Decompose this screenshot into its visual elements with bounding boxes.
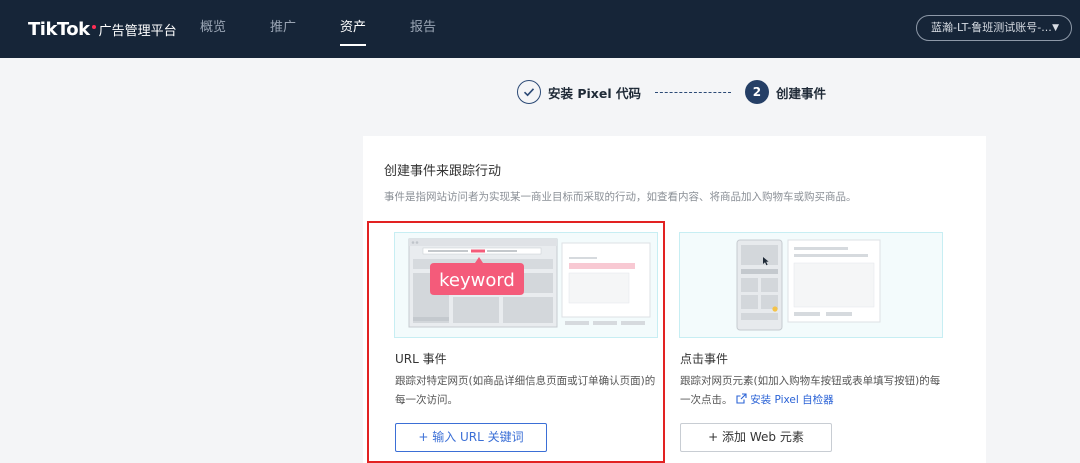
url-event-description: 跟踪对特定网页(如商品详细信息页面或订单确认页面)的每一次访问。 <box>395 375 656 406</box>
account-name: 蓝瀚-LT-鲁班测试账号-... <box>931 21 1052 34</box>
click-event-title: 点击事件 <box>680 352 729 366</box>
main-nav: 概览 推广 资产 报告 <box>200 0 480 58</box>
chevron-down-icon: ▼ <box>1052 23 1059 33</box>
nav-overview[interactable]: 概览 <box>200 0 226 58</box>
step-1-label: 安装 Pixel 代码 <box>548 85 641 101</box>
create-event-card: 创建事件来跟踪行动 事件是指网站访问者为实现某一商业目标而采取的行动，如查看内容… <box>363 136 986 463</box>
url-event-illustration: keyword <box>394 232 658 338</box>
account-selector[interactable]: 蓝瀚-LT-鲁班测试账号-... ▼ <box>916 15 1072 41</box>
top-nav-bar: TikTok 广告管理平台 概览 推广 资产 报告 蓝瀚-LT-鲁班测试账号-.… <box>0 0 1080 58</box>
tiktok-logo[interactable]: TikTok 广告管理平台 <box>28 17 177 41</box>
external-link-icon <box>736 393 747 404</box>
add-web-element-button[interactable]: + 添加 Web 元素 <box>680 423 832 452</box>
step-2-label: 创建事件 <box>775 85 826 101</box>
pixel-helper-link[interactable]: 安装 Pixel 自检器 <box>736 393 834 406</box>
click-event-option[interactable]: 点击事件 跟踪对网页元素(如加入购物车按钮或表单填写按钮)的每一次点击。 安装 … <box>679 232 943 452</box>
nav-assets[interactable]: 资产 <box>340 0 367 58</box>
check-icon <box>517 80 541 104</box>
step-indicator: 安装 Pixel 代码 2 创建事件 <box>517 80 826 104</box>
logo-subtitle: 广告管理平台 <box>98 23 177 39</box>
click-event-description-block: 跟踪对网页元素(如加入购物车按钮或表单填写按钮)的每一次点击。 安装 Pixel… <box>680 372 946 410</box>
card-description: 事件是指网站访问者为实现某一商业目标而采取的行动，如查看内容、将商品加入购物车或… <box>384 191 857 203</box>
nav-promotion[interactable]: 推广 <box>270 0 296 58</box>
url-event-title: URL 事件 <box>395 352 447 366</box>
click-event-illustration <box>679 232 943 338</box>
step-2-number: 2 <box>744 80 769 104</box>
card-title: 创建事件来跟踪行动 <box>384 164 502 179</box>
add-url-keyword-button[interactable]: + 输入 URL 关键词 <box>395 423 547 452</box>
step-connector <box>654 91 731 93</box>
url-event-option[interactable]: keyword URL 事件 跟踪对特定网页(如商品详细信息页面或订单确认页面)… <box>394 232 658 452</box>
keyword-badge-text: keyword <box>439 270 515 291</box>
nav-reports[interactable]: 报告 <box>410 0 436 58</box>
pixel-helper-link-text: 安装 Pixel 自检器 <box>750 394 834 406</box>
logo-dot <box>91 25 96 29</box>
logo-wordmark: TikTok <box>28 18 90 40</box>
